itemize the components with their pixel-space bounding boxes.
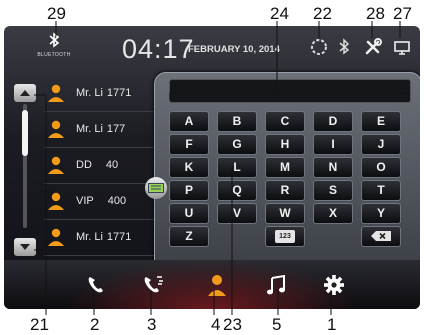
callout-2: 2 (90, 315, 100, 334)
key-u[interactable]: U (169, 203, 209, 224)
contact-name: VIP (76, 195, 94, 207)
gear-icon (324, 275, 344, 295)
backspace-icon (371, 231, 391, 241)
arrow-up-icon (20, 90, 30, 96)
contact-scrollbar[interactable] (14, 80, 36, 256)
key-x[interactable]: X (313, 203, 353, 224)
scroll-up-button[interactable] (14, 84, 36, 102)
key-m[interactable]: M (265, 157, 305, 178)
callout-29: 29 (47, 4, 66, 23)
keyboard-icon (148, 183, 164, 193)
callout-4: 4 (211, 315, 221, 334)
keyboard-input-field[interactable] (169, 79, 411, 103)
key-v[interactable]: V (217, 203, 257, 224)
person-icon (48, 228, 64, 246)
callout-28: 28 (366, 4, 385, 23)
call-log-icon (144, 276, 163, 293)
person-icon (48, 192, 64, 210)
key-k[interactable]: K (169, 157, 209, 178)
settings-button[interactable] (321, 274, 347, 296)
dial-button[interactable] (84, 274, 110, 296)
display-icon[interactable] (391, 37, 413, 57)
key-y[interactable]: Y (361, 203, 401, 224)
callout-22: 22 (313, 4, 332, 23)
arrow-down-icon (20, 244, 30, 250)
contact-number: 1771 (106, 231, 132, 243)
contact-number: 177 (106, 123, 126, 135)
person-icon (48, 120, 64, 138)
contact-number: 400 (107, 195, 127, 207)
key-p[interactable]: P (169, 180, 209, 201)
contact-number: 40 (105, 159, 119, 171)
callout-27: 27 (393, 4, 412, 23)
key-b[interactable]: B (217, 111, 257, 132)
backspace-button[interactable] (361, 226, 401, 247)
contact-name: Mr. Li (76, 231, 103, 243)
keyboard-toggle-button[interactable] (145, 177, 167, 199)
music-button[interactable] (264, 274, 290, 296)
callout-24: 24 (270, 4, 289, 23)
key-g[interactable]: G (217, 134, 257, 155)
bluetooth-icon (34, 31, 74, 52)
dial-keyboard: A B C D E F G H I J K L M N O P Q R S T U V W X Y Z 123 (145, 72, 420, 278)
number-mode-label: 123 (275, 230, 295, 243)
contact-name: DD (76, 159, 92, 171)
bottom-dock (4, 260, 420, 309)
contact-rows: Mr. Li 1771 Mr. Li 177 DD 40 VIP 400 Mr. Li 1… (44, 76, 170, 256)
scroll-down-button[interactable] (14, 238, 36, 256)
loading-icon (308, 37, 330, 57)
contact-list-panel: Mr. Li 1771 Mr. Li 177 DD 40 VIP 400 Mr. Li 1… (10, 76, 170, 256)
call-log-button[interactable] (141, 274, 167, 296)
person-icon (48, 84, 64, 102)
status-bar: BLUETOOTH 04:17 FEBRUARY 10, 2014 (4, 26, 420, 72)
callout-21: 21 (30, 315, 49, 334)
contact-number: 1771 (106, 87, 132, 99)
key-e[interactable]: E (361, 111, 401, 132)
person-icon (48, 156, 64, 174)
callout-23: 23 (223, 315, 242, 334)
bluetooth-status[interactable]: BLUETOOTH (34, 31, 74, 58)
key-a[interactable]: A (169, 111, 209, 132)
contact-row[interactable]: Mr. Li 1771 (44, 220, 170, 256)
key-i[interactable]: I (313, 134, 353, 155)
clock-time: 04:17 (122, 34, 195, 64)
contact-name: Mr. Li (76, 87, 103, 99)
key-q[interactable]: Q (217, 180, 257, 201)
key-w[interactable]: W (265, 203, 305, 224)
key-t[interactable]: T (361, 180, 401, 201)
phone-icon (88, 277, 103, 293)
contact-name: Mr. Li (76, 123, 103, 135)
key-j[interactable]: J (361, 134, 401, 155)
key-l[interactable]: L (217, 157, 257, 178)
key-h[interactable]: H (265, 134, 305, 155)
scroll-thumb[interactable] (22, 110, 28, 156)
music-note-icon (267, 274, 285, 295)
key-d[interactable]: D (313, 111, 353, 132)
contacts-button[interactable] (204, 274, 230, 296)
callout-5: 5 (272, 315, 282, 334)
head-unit-screen: BLUETOOTH 04:17 FEBRUARY 10, 2014 Mr. Li… (4, 26, 420, 309)
number-mode-button[interactable]: 123 (265, 226, 305, 247)
key-c[interactable]: C (265, 111, 305, 132)
callout-3: 3 (147, 315, 157, 334)
key-o[interactable]: O (361, 157, 401, 178)
settings-tools-icon[interactable] (362, 37, 384, 57)
bluetooth-label: BLUETOOTH (37, 52, 71, 58)
contact-row[interactable]: Mr. Li 1771 (44, 76, 170, 112)
contacts-icon (208, 275, 226, 296)
key-n[interactable]: N (313, 157, 353, 178)
contact-row[interactable]: Mr. Li 177 (44, 112, 170, 148)
key-r[interactable]: R (265, 180, 305, 201)
callout-1: 1 (327, 315, 337, 334)
key-z[interactable]: Z (169, 226, 209, 247)
key-f[interactable]: F (169, 134, 209, 155)
bluetooth-connected-icon (333, 37, 355, 57)
key-s[interactable]: S (313, 180, 353, 201)
clock-date: FEBRUARY 10, 2014 (188, 44, 280, 55)
